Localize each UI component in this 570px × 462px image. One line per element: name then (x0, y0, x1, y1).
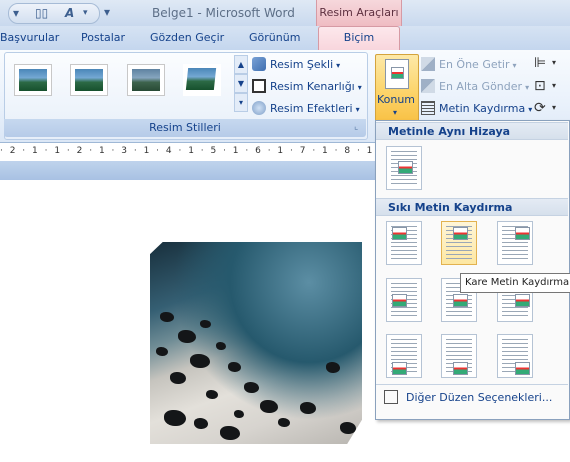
beach-photo[interactable] (150, 242, 362, 444)
tab-references[interactable]: Başvurular (0, 31, 59, 44)
picture-border-icon (252, 79, 266, 93)
section-inline-heading: Metinle Aynı Hizaya (376, 122, 568, 140)
ruler-band (0, 161, 375, 180)
picture-effects-icon (252, 101, 266, 115)
font-color-icon[interactable]: A (65, 6, 74, 20)
menu-separator (376, 384, 568, 385)
gallery-down-button[interactable]: ▼ (234, 74, 248, 93)
more-layout-options-item[interactable]: Diğer Düzen Seçenekleri... (384, 390, 552, 404)
group-icon[interactable]: ⊡ (534, 78, 546, 94)
chevron-down-icon: ▾ (393, 108, 398, 117)
send-to-back-icon (421, 79, 435, 93)
dialog-launcher-icon[interactable]: ⌞ (354, 122, 358, 132)
chevron-down-icon[interactable]: ▾ (83, 8, 88, 18)
position-icon (385, 59, 409, 89)
tab-format[interactable]: Biçim (318, 26, 400, 51)
wrap-option-bottom-left[interactable] (386, 334, 422, 378)
style-thumbnail[interactable] (183, 64, 221, 96)
context-tab-group: Resim Araçları (316, 0, 402, 26)
position-label: Konum (376, 93, 416, 106)
align-icon[interactable]: ⊫ (534, 55, 546, 71)
send-to-back-button[interactable]: En Alta Gönder ▾ (421, 79, 529, 93)
section-square-heading: Sıkı Metin Kaydırma (376, 198, 568, 216)
open-book-icon[interactable]: ▯▯ (35, 6, 48, 20)
layout-options-icon (384, 390, 398, 404)
tab-view[interactable]: Görünüm (249, 31, 300, 44)
style-thumbnail[interactable] (127, 64, 165, 96)
inline-option[interactable] (386, 146, 422, 190)
picture-shape-icon (252, 57, 266, 71)
bring-to-front-icon (421, 57, 435, 71)
quick-access-icon[interactable]: ▾ (13, 6, 19, 20)
picture-shape-button[interactable]: Resim Şekli ▾ (252, 57, 340, 71)
text-wrapping-button[interactable]: Metin Kaydırma ▾ (421, 101, 532, 115)
quick-access-toolbar[interactable]: ▾ ▯▯ A ▾ (8, 3, 100, 24)
chevron-down-icon[interactable]: ▾ (552, 103, 556, 112)
text-wrap-icon (421, 101, 435, 115)
chevron-down-icon[interactable]: ▾ (552, 81, 556, 90)
window-title: Belge1 - Microsoft Word (152, 6, 295, 20)
picture-styles-group-label: Resim Stilleri (4, 119, 366, 137)
gallery-up-button[interactable]: ▲ (234, 55, 248, 74)
picture-border-button[interactable]: Resim Kenarlığı ▾ (252, 79, 362, 93)
tooltip: Kare Metin Kaydırma (460, 273, 570, 293)
wrap-option-bottom-right[interactable] (497, 334, 533, 378)
tab-mailings[interactable]: Postalar (81, 31, 125, 44)
style-thumbnail[interactable] (70, 64, 108, 96)
chevron-down-icon[interactable]: ▾ (552, 58, 556, 67)
tab-review[interactable]: Gözden Geçir (150, 31, 224, 44)
style-thumbnail[interactable] (14, 64, 52, 96)
rotate-icon[interactable]: ⟳ (534, 100, 546, 116)
wrap-option-top-right[interactable] (497, 221, 533, 265)
wrap-option-top-center[interactable] (441, 221, 477, 265)
gallery-more-button[interactable]: ▾ (234, 93, 248, 112)
customize-qat-icon[interactable]: ▾ (104, 5, 110, 19)
wrap-option-bottom-center[interactable] (441, 334, 477, 378)
wrap-option-middle-left[interactable] (386, 278, 422, 322)
bring-to-front-button[interactable]: En Öne Getir ▾ (421, 57, 517, 71)
wrap-option-top-left[interactable] (386, 221, 422, 265)
picture-effects-button[interactable]: Resim Efektleri ▾ (252, 101, 360, 115)
